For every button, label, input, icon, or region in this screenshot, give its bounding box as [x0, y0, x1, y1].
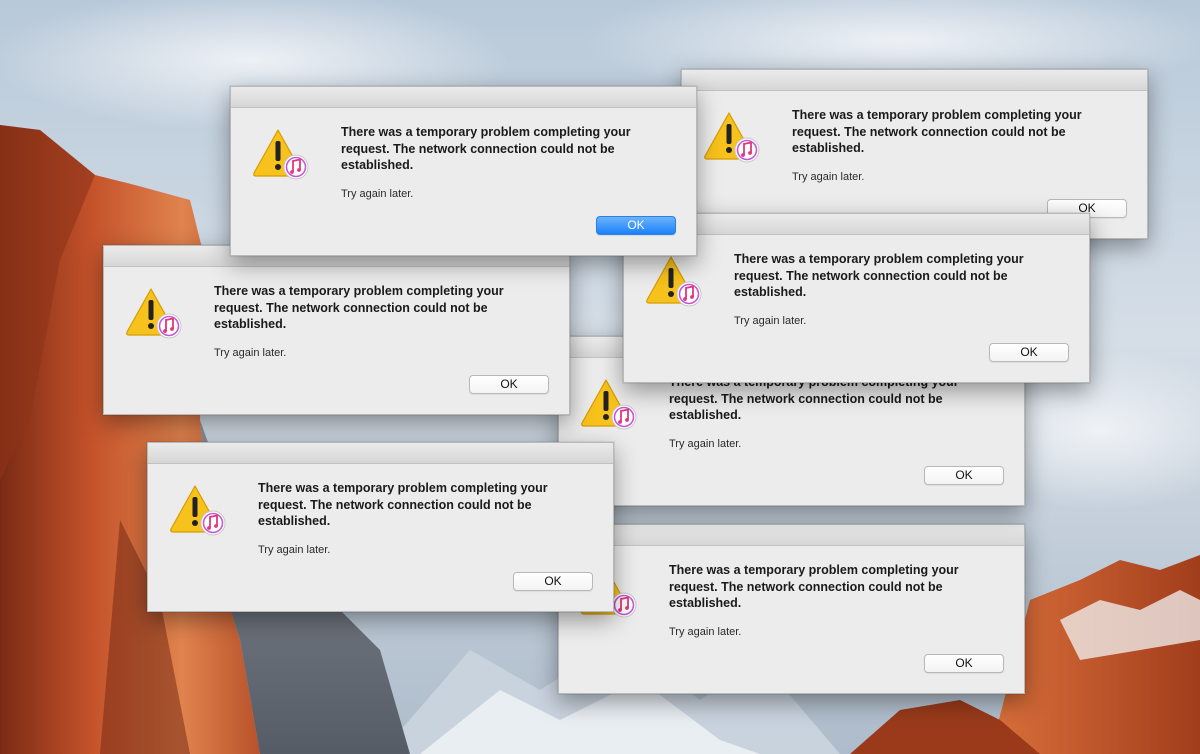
alert-dialog-focused: There was a temporary problem completing…: [230, 86, 697, 256]
alert-triangle-with-itunes-badge-icon: [126, 288, 182, 339]
window-titlebar[interactable]: [231, 87, 696, 108]
alert-detail: Try again later.: [258, 544, 331, 556]
alert-message: There was a temporary problem completing…: [734, 252, 1024, 299]
ok-button[interactable]: OK: [989, 343, 1069, 362]
alert-message: There was a temporary problem completing…: [341, 125, 631, 172]
alert-detail: Try again later.: [341, 188, 414, 200]
alert-dialog: There was a temporary problem completing…: [103, 245, 570, 415]
alert-detail: Try again later.: [669, 438, 742, 450]
alert-detail: Try again later.: [792, 171, 865, 183]
alert-dialog: There was a temporary problem completing…: [147, 442, 614, 612]
alert-message: There was a temporary problem completing…: [669, 563, 959, 610]
alert-detail: Try again later.: [734, 315, 807, 327]
alert-message: There was a temporary problem completing…: [214, 284, 504, 331]
alert-message: There was a temporary problem completing…: [258, 481, 548, 528]
alert-triangle-with-itunes-badge-icon: [646, 256, 702, 307]
window-titlebar[interactable]: [682, 70, 1147, 91]
ok-button[interactable]: OK: [513, 572, 593, 591]
window-titlebar[interactable]: [148, 443, 613, 464]
ok-button-default[interactable]: OK: [596, 216, 676, 235]
alert-triangle-with-itunes-badge-icon: [253, 129, 309, 180]
window-titlebar[interactable]: [559, 525, 1024, 546]
alert-triangle-with-itunes-badge-icon: [704, 112, 760, 163]
alert-dialog: There was a temporary problem completing…: [558, 524, 1025, 694]
ok-button[interactable]: OK: [924, 654, 1004, 673]
desktop: There was a temporary problem completing…: [0, 0, 1200, 754]
ok-button[interactable]: OK: [924, 466, 1004, 485]
alert-detail: Try again later.: [214, 347, 287, 359]
ok-button[interactable]: OK: [469, 375, 549, 394]
alert-triangle-with-itunes-badge-icon: [581, 379, 637, 430]
alert-triangle-with-itunes-badge-icon: [170, 485, 226, 536]
alert-message: There was a temporary problem completing…: [792, 108, 1082, 155]
alert-detail: Try again later.: [669, 626, 742, 638]
